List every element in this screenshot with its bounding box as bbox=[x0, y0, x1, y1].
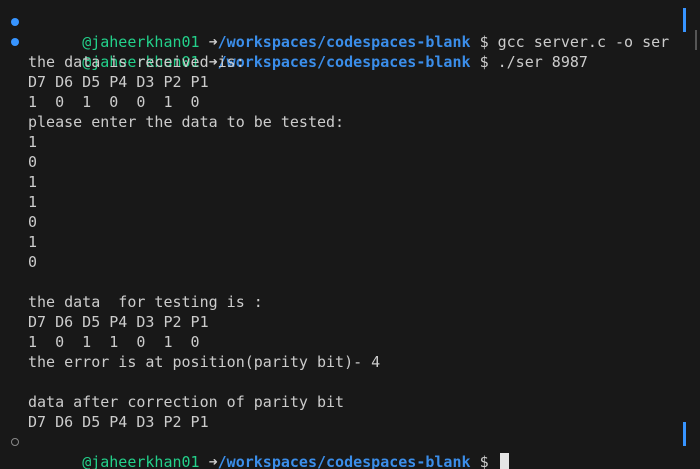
command-success-decoration-icon[interactable] bbox=[11, 18, 19, 26]
output-line: 1 bbox=[28, 233, 38, 251]
output-line: 0 bbox=[28, 253, 38, 271]
prompt-symbol: $ bbox=[479, 453, 489, 469]
vertical-scrollbar[interactable] bbox=[686, 0, 700, 469]
output-line: 0 bbox=[28, 153, 38, 171]
output-line: D7 D6 D5 P4 D3 P2 P1 bbox=[28, 313, 209, 331]
output-line: 1 0 1 1 0 1 0 bbox=[28, 333, 200, 351]
output-line: the data for testing is : bbox=[28, 293, 263, 311]
terminal-panel[interactable]: @jaheerkhan01 ➜/workspaces/codespaces-bl… bbox=[0, 0, 700, 469]
output-line: 0 bbox=[28, 213, 38, 231]
scrollbar-thumb[interactable] bbox=[695, 30, 697, 50]
terminal-output: @jaheerkhan01 ➜/workspaces/codespaces-bl… bbox=[0, 12, 684, 469]
prompt-arrow-icon: ➜ bbox=[208, 453, 218, 469]
output-line: D7 D6 D5 P4 D3 P2 P1 bbox=[28, 413, 209, 431]
output-line: D7 D6 D5 P4 D3 P2 P1 bbox=[28, 73, 209, 91]
scroll-marker-bottom bbox=[683, 422, 686, 446]
output-line: the data is received is: bbox=[28, 53, 245, 71]
prompt-path: /workspaces/codespaces-blank bbox=[217, 453, 471, 469]
output-line: 1 0 1 0 0 1 0 bbox=[28, 93, 200, 111]
active-prompt-line[interactable]: @jaheerkhan01 ➜/workspaces/codespaces-bl… bbox=[0, 432, 684, 469]
prompt-line: @jaheerkhan01 ➜/workspaces/codespaces-bl… bbox=[0, 32, 684, 71]
text-cursor[interactable] bbox=[499, 453, 509, 469]
output-line: 1 bbox=[28, 193, 38, 211]
scroll-marker-top bbox=[683, 8, 686, 32]
output-line: please enter the data to be tested: bbox=[28, 113, 345, 131]
command-success-decoration-icon[interactable] bbox=[11, 38, 19, 46]
output-line: 1 bbox=[28, 133, 38, 151]
output-line: 1 bbox=[28, 173, 38, 191]
prompt-user: @jaheerkhan01 bbox=[82, 453, 200, 469]
prompt-line: @jaheerkhan01 ➜/workspaces/codespaces-bl… bbox=[0, 12, 684, 51]
output-line: data after correction of parity bit bbox=[28, 393, 345, 411]
output-line: the error is at position(parity bit)- 4 bbox=[28, 353, 381, 371]
command-pending-decoration-icon bbox=[11, 438, 19, 446]
